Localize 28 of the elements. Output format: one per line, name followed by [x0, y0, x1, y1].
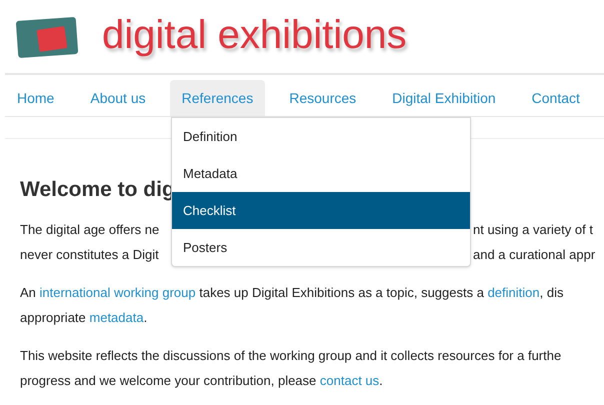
nav-tab[interactable]: Digital Exhibition [380, 80, 508, 116]
nav-tab[interactable]: About us [78, 80, 158, 116]
nav-tab[interactable]: References [170, 80, 266, 116]
body-text: nt using a variety of t [473, 222, 593, 237]
nav-tab[interactable]: Resources [277, 80, 368, 116]
site-title: digital exhibitions [102, 14, 407, 58]
text-link[interactable]: definition [488, 284, 540, 300]
text-link[interactable]: metadata [89, 310, 144, 325]
body-text: . [379, 372, 383, 388]
body-text: . [144, 310, 148, 325]
body-text: The digital age offers ne [20, 222, 160, 237]
text-link[interactable]: international working group [40, 284, 196, 300]
text-link[interactable]: contact us [320, 372, 380, 388]
logo-icon [16, 16, 80, 58]
body-text: takes up Digital Exhibitions as a topic, suggests a [198, 284, 485, 300]
body-text: , dis [540, 284, 564, 300]
nav-tab[interactable]: Contact [520, 80, 592, 116]
body-text: and a curational appr [473, 246, 596, 262]
body-text: progress and we welcome your contribution, please [20, 372, 318, 388]
body-text: This website reflects the discussions of the working group and it collects resources for a furthe [20, 348, 562, 363]
menu-item[interactable]: Checklist [172, 192, 470, 229]
nav-tab[interactable]: Home [5, 80, 66, 116]
body-text: An [20, 284, 37, 300]
menu-item[interactable]: Metadata [172, 155, 470, 192]
body-text: never constitutes a Digit [20, 246, 159, 262]
menu-item[interactable]: Definition [172, 118, 470, 155]
body-text: appropriate [20, 310, 87, 325]
menu-item[interactable]: Posters [172, 229, 470, 266]
